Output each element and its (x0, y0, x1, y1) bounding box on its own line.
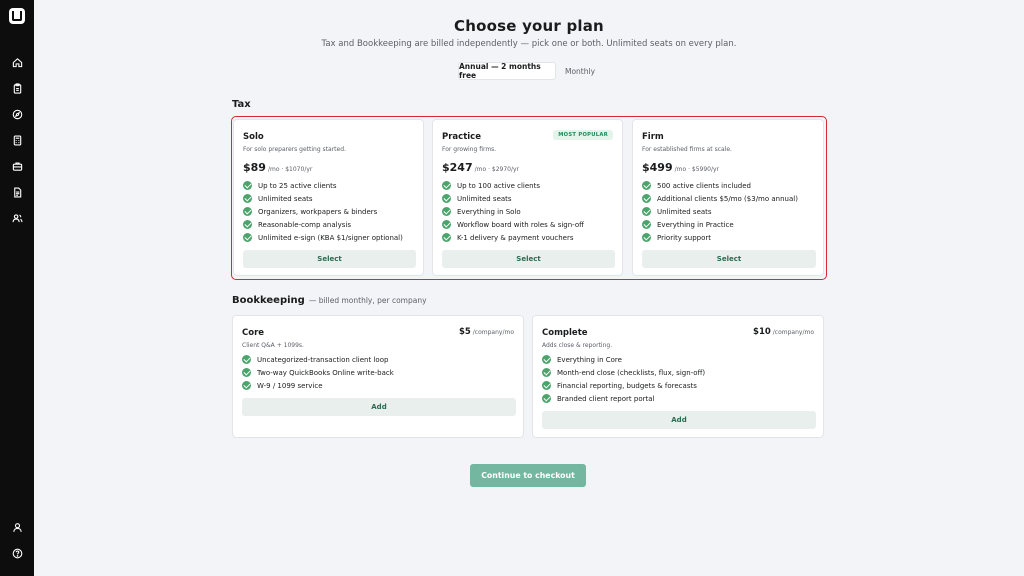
feature-item: Financial reporting, budgets & forecasts (542, 379, 705, 392)
feature-item: 500 active clients included (642, 179, 798, 192)
check-icon (442, 194, 451, 203)
users-icon[interactable] (10, 211, 24, 225)
plan-features: Uncategorized-transaction client loop Tw… (242, 353, 394, 392)
plan-features: Everything in Core Month-end close (chec… (542, 353, 705, 405)
plan-features: Up to 25 active clients Unlimited seats … (243, 179, 403, 244)
check-icon (642, 233, 651, 242)
bookkeeping-card-core: Core $5/company/mo Client Q&A + 1099s. U… (232, 315, 524, 438)
tax-section-label: Tax (232, 99, 251, 110)
plan-name: Complete (542, 328, 588, 338)
feature-item: Unlimited e-sign (KBA $1/signer optional… (243, 231, 403, 244)
feature-item: Unlimited seats (243, 192, 403, 205)
check-icon (442, 207, 451, 216)
continue-to-checkout-button[interactable]: Continue to checkout (470, 464, 586, 487)
select-practice-button[interactable]: Select (442, 250, 615, 268)
plan-features: 500 active clients included Additional c… (642, 179, 798, 244)
plan-price: $247/mo · $2970/yr (442, 161, 520, 174)
plan-name: Core (242, 328, 265, 338)
feature-item: Up to 25 active clients (243, 179, 403, 192)
feature-item: Priority support (642, 231, 798, 244)
billing-monthly-option[interactable]: Monthly (558, 62, 602, 80)
check-icon (442, 181, 451, 190)
clipboard-icon[interactable] (10, 81, 24, 95)
bookkeeping-card-complete: Complete $10/company/mo Adds close & rep… (532, 315, 824, 438)
page-title: Choose your plan (454, 17, 604, 35)
help-icon[interactable] (10, 546, 24, 560)
check-icon (242, 381, 251, 390)
check-icon (542, 368, 551, 377)
check-icon (242, 368, 251, 377)
check-icon (442, 220, 451, 229)
check-icon (642, 220, 651, 229)
feature-item: Workflow board with roles & sign-off (442, 218, 584, 231)
check-icon (243, 194, 252, 203)
plan-name: Practice (442, 132, 481, 142)
logo-icon[interactable] (9, 8, 25, 24)
check-icon (542, 394, 551, 403)
check-icon (243, 207, 252, 216)
check-icon (542, 381, 551, 390)
main-content: Choose your plan Tax and Bookkeeping are… (34, 0, 1024, 576)
plan-description: For growing firms. (442, 146, 497, 153)
bookkeeping-section-label: Bookkeeping — billed monthly, per company (232, 295, 427, 306)
feature-item: Everything in Practice (642, 218, 798, 231)
check-icon (642, 181, 651, 190)
feature-item: Two-way QuickBooks Online write-back (242, 366, 394, 379)
feature-item: Organizers, workpapers & binders (243, 205, 403, 218)
add-core-button[interactable]: Add (242, 398, 516, 416)
plan-name: Solo (243, 132, 264, 142)
feature-item: Reasonable-comp analysis (243, 218, 403, 231)
compass-icon[interactable] (10, 107, 24, 121)
select-solo-button[interactable]: Select (243, 250, 416, 268)
billing-annual-option[interactable]: Annual — 2 months free (458, 62, 556, 80)
check-icon (642, 207, 651, 216)
plan-description: For established firms at scale. (642, 146, 732, 153)
check-icon (442, 233, 451, 242)
plan-price: $89/mo · $1070/yr (243, 161, 313, 174)
plan-price: $499/mo · $5990/yr (642, 161, 720, 174)
plan-card-firm: Firm For established firms at scale. $49… (632, 119, 824, 276)
select-firm-button[interactable]: Select (642, 250, 816, 268)
add-complete-button[interactable]: Add (542, 411, 816, 429)
document-icon[interactable] (10, 185, 24, 199)
plan-description: Client Q&A + 1099s. (242, 342, 304, 349)
plan-price: $10/company/mo (753, 327, 814, 337)
feature-item: Everything in Solo (442, 205, 584, 218)
feature-item: Uncategorized-transaction client loop (242, 353, 394, 366)
check-icon (242, 355, 251, 364)
feature-item: Unlimited seats (442, 192, 584, 205)
feature-item: Additional clients $5/mo ($3/mo annual) (642, 192, 798, 205)
plan-description: For solo preparers getting started. (243, 146, 346, 153)
plan-description: Adds close & reporting. (542, 342, 613, 349)
feature-item: Unlimited seats (642, 205, 798, 218)
plan-features: Up to 100 active clients Unlimited seats… (442, 179, 584, 244)
briefcase-icon[interactable] (10, 159, 24, 173)
most-popular-badge: MOST POPULAR (553, 130, 613, 140)
check-icon (542, 355, 551, 364)
billing-toggle: Annual — 2 months free Monthly (458, 62, 604, 80)
calculator-icon[interactable] (10, 133, 24, 147)
check-icon (243, 181, 252, 190)
check-icon (243, 220, 252, 229)
plan-card-practice: Practice MOST POPULAR For growing firms.… (432, 119, 623, 276)
feature-item: Branded client report portal (542, 392, 705, 405)
check-icon (243, 233, 252, 242)
user-icon[interactable] (10, 520, 24, 534)
feature-item: Everything in Core (542, 353, 705, 366)
page-subtitle: Tax and Bookkeeping are billed independe… (321, 39, 737, 49)
feature-item: Month-end close (checklists, flux, sign-… (542, 366, 705, 379)
home-icon[interactable] (10, 55, 24, 69)
feature-item: W-9 / 1099 service (242, 379, 394, 392)
feature-item: K-1 delivery & payment vouchers (442, 231, 584, 244)
plan-price: $5/company/mo (458, 327, 514, 337)
feature-item: Up to 100 active clients (442, 179, 584, 192)
sidebar (0, 0, 34, 576)
plan-name: Firm (642, 132, 664, 142)
check-icon (642, 194, 651, 203)
plan-card-solo: Solo For solo preparers getting started.… (233, 119, 424, 276)
